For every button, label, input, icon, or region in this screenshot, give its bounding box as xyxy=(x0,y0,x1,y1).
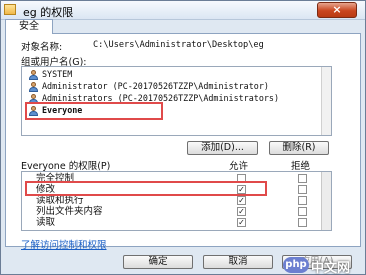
add-button[interactable]: 添加(D)... xyxy=(187,141,258,155)
permissions-dialog: eg 的权限 × 安全 对象名称: C:\Users\Administrator… xyxy=(0,0,366,275)
permissions-list: 完全控制 修改 ✓ 读取和执行 ✓ 列出文件夹内容 ✓ 读取 ✓ xyxy=(21,171,332,231)
deny-checkbox[interactable] xyxy=(298,185,307,194)
window-title: eg 的权限 xyxy=(23,6,74,19)
group-name: SYSTEM xyxy=(42,69,73,79)
deny-checkbox[interactable] xyxy=(298,218,307,227)
cancel-button[interactable]: 取消 xyxy=(203,255,273,269)
user-icon xyxy=(28,70,39,80)
permission-row: 读取 ✓ xyxy=(22,217,331,228)
deny-header: 拒绝 xyxy=(291,161,311,172)
everyone-highlight-box xyxy=(25,102,163,120)
remove-button[interactable]: 删除(R) xyxy=(269,141,329,155)
folder-icon xyxy=(4,4,16,15)
watermark-text: 中文网 xyxy=(311,261,351,275)
title-bar: eg 的权限 × xyxy=(1,1,365,20)
allow-checkbox[interactable]: ✓ xyxy=(237,196,246,205)
permission-name: 读取 xyxy=(36,217,56,228)
permission-name: 读取和执行 xyxy=(36,195,84,206)
advanced-permissions-link[interactable]: 了解访问控制和权限 xyxy=(21,237,107,251)
allow-header: 允许 xyxy=(229,161,249,172)
close-button[interactable]: × xyxy=(317,2,357,18)
object-name-value: C:\Users\Administrator\Desktop\eg xyxy=(93,40,264,50)
permissions-scrollbar[interactable] xyxy=(321,172,331,230)
deny-checkbox[interactable] xyxy=(298,174,307,183)
group-name: Administrator (PC-20170526TZZP\Administr… xyxy=(42,81,269,91)
permission-row: 列出文件夹内容 ✓ xyxy=(22,206,331,217)
permissions-label: Everyone 的权限(P) xyxy=(21,161,111,172)
group-user-list[interactable]: SYSTEM Administrator (PC-20170526TZZP\Ad… xyxy=(21,66,332,136)
site-watermark: php 中文网 xyxy=(283,256,353,275)
permission-name: 列出文件夹内容 xyxy=(36,206,103,217)
php-logo: php xyxy=(283,257,309,273)
modify-highlight-box xyxy=(25,181,267,196)
ok-button[interactable]: 确定 xyxy=(123,255,193,269)
object-name-label: 对象名称: xyxy=(21,42,63,53)
deny-checkbox[interactable] xyxy=(298,196,307,205)
deny-checkbox[interactable] xyxy=(298,207,307,216)
allow-checkbox[interactable]: ✓ xyxy=(237,218,246,227)
permission-row: 读取和执行 ✓ xyxy=(22,195,331,206)
tab-security[interactable]: 安全 xyxy=(5,19,53,34)
group-list-scrollbar[interactable] xyxy=(321,67,331,135)
user-icon xyxy=(28,82,39,92)
allow-checkbox[interactable]: ✓ xyxy=(237,207,246,216)
